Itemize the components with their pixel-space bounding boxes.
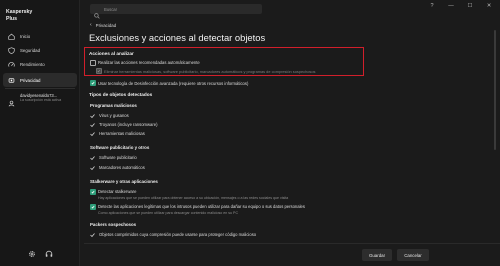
sidebar-item-seguridad[interactable]: Seguridad xyxy=(3,43,77,57)
check-icon xyxy=(90,165,96,170)
sidebar-item-privacidad[interactable]: Privacidad xyxy=(3,73,77,87)
adware-group-title: Software publicitario y otros xyxy=(90,145,150,150)
settings-gear-icon[interactable] xyxy=(28,250,36,258)
check-icon xyxy=(90,122,96,127)
search-icon xyxy=(94,6,100,19)
list-item-label: Herramientas maliciosas xyxy=(99,131,145,136)
list-item-label: Software publicitario xyxy=(99,155,137,160)
detect-stalkerware-desc: Hay aplicaciones que se pueden utilizar … xyxy=(98,195,289,200)
breadcrumb-label[interactable]: Privacidad xyxy=(96,23,117,28)
advanced-disinfection-label: Usar tecnología de Desinfección avanzada… xyxy=(98,80,249,86)
privacy-icon xyxy=(8,77,15,84)
scrollbar[interactable] xyxy=(494,30,496,150)
check-icon xyxy=(90,155,96,160)
list-item: Objetos comprimidos cuya compresión pued… xyxy=(90,232,256,237)
breadcrumb[interactable]: ‹ Privacidad xyxy=(90,22,116,28)
page-title: Exclusiones y acciones al detectar objet… xyxy=(89,32,266,43)
list-item-label: Virus y gusanos xyxy=(99,113,129,118)
analyzer-section-title: Acciones al analizar xyxy=(89,51,134,56)
auto-actions-checkbox[interactable] xyxy=(90,60,96,66)
list-item: Troyanos (incluye ransomware) xyxy=(90,122,158,127)
remove-tools-checkbox[interactable] xyxy=(96,68,102,74)
detect-legit-apps-checkbox[interactable] xyxy=(90,204,96,210)
list-item: Marcadores automáticos xyxy=(90,165,145,170)
detect-stalkerware-checkbox[interactable] xyxy=(90,189,96,195)
user-icon xyxy=(8,94,15,107)
sidebar: Kaspersky Plus Inicio Seguridad Rendimie… xyxy=(0,0,80,266)
detect-stalkerware-label: Detectar stalkerware xyxy=(98,189,137,194)
packers-group-title: Packers sospechosos xyxy=(90,222,137,227)
sidebar-item-label: Rendimiento xyxy=(20,61,45,67)
footer-divider xyxy=(84,243,500,244)
object-types-title: Tipos de objetos detectados xyxy=(89,92,153,97)
check-icon xyxy=(90,113,96,118)
close-button[interactable]: ✕ xyxy=(485,3,493,9)
list-item: Virus y gusanos xyxy=(90,113,129,118)
sidebar-footer xyxy=(0,250,80,258)
stalkerware-group-title: Stalkerware y otras aplicaciones xyxy=(90,179,158,184)
advanced-disinfection-checkbox[interactable] xyxy=(90,80,96,86)
sidebar-divider xyxy=(5,88,75,89)
check-icon xyxy=(90,131,96,136)
help-button[interactable]: ? xyxy=(428,3,436,9)
malware-group-title: Programas maliciosos xyxy=(90,103,137,108)
support-headset-icon[interactable] xyxy=(45,250,53,258)
save-button[interactable]: Guardar xyxy=(362,249,392,261)
sidebar-item-inicio[interactable]: Inicio xyxy=(3,29,77,43)
app-brand: Kaspersky Plus xyxy=(6,9,33,22)
auto-actions-label: Realizar las acciones recomendadas autom… xyxy=(98,60,200,65)
cancel-button[interactable]: Cancelar xyxy=(397,249,429,261)
back-chevron-icon[interactable]: ‹ xyxy=(90,22,92,28)
list-item-label: Troyanos (incluye ransomware) xyxy=(99,122,158,127)
maximize-button[interactable]: ☐ xyxy=(466,3,474,9)
search-placeholder: Buscar xyxy=(104,6,118,12)
sidebar-item-label: Seguridad xyxy=(20,47,41,53)
home-icon xyxy=(8,33,15,40)
sidebar-item-label: Inicio xyxy=(20,33,31,39)
detect-legit-apps-label: Detecte las aplicaciones legítimas que l… xyxy=(98,204,305,209)
sidebar-item-label: Privacidad xyxy=(20,77,41,83)
detect-legit-apps-desc: Como aplicaciones que se pueden utilizar… xyxy=(98,210,239,215)
minimize-button[interactable]: — xyxy=(447,3,455,9)
subscription-status: La suscripción está activa xyxy=(20,98,62,102)
sidebar-item-rendimiento[interactable]: Rendimiento xyxy=(3,57,77,71)
list-item-label: Objetos comprimidos cuya compresión pued… xyxy=(99,232,257,237)
list-item: Software publicitario xyxy=(90,155,137,160)
list-item-label: Marcadores automáticos xyxy=(99,165,145,170)
shield-icon xyxy=(8,46,15,54)
performance-icon xyxy=(8,61,15,68)
remove-tools-label: Eliminar herramientas maliciosas, softwa… xyxy=(104,68,316,74)
check-icon xyxy=(90,232,96,237)
account-item[interactable]: davidyesenaldo73... La suscripción está … xyxy=(3,91,77,109)
search-bar[interactable]: Buscar xyxy=(90,4,262,19)
list-item: Herramientas maliciosas xyxy=(90,131,145,136)
